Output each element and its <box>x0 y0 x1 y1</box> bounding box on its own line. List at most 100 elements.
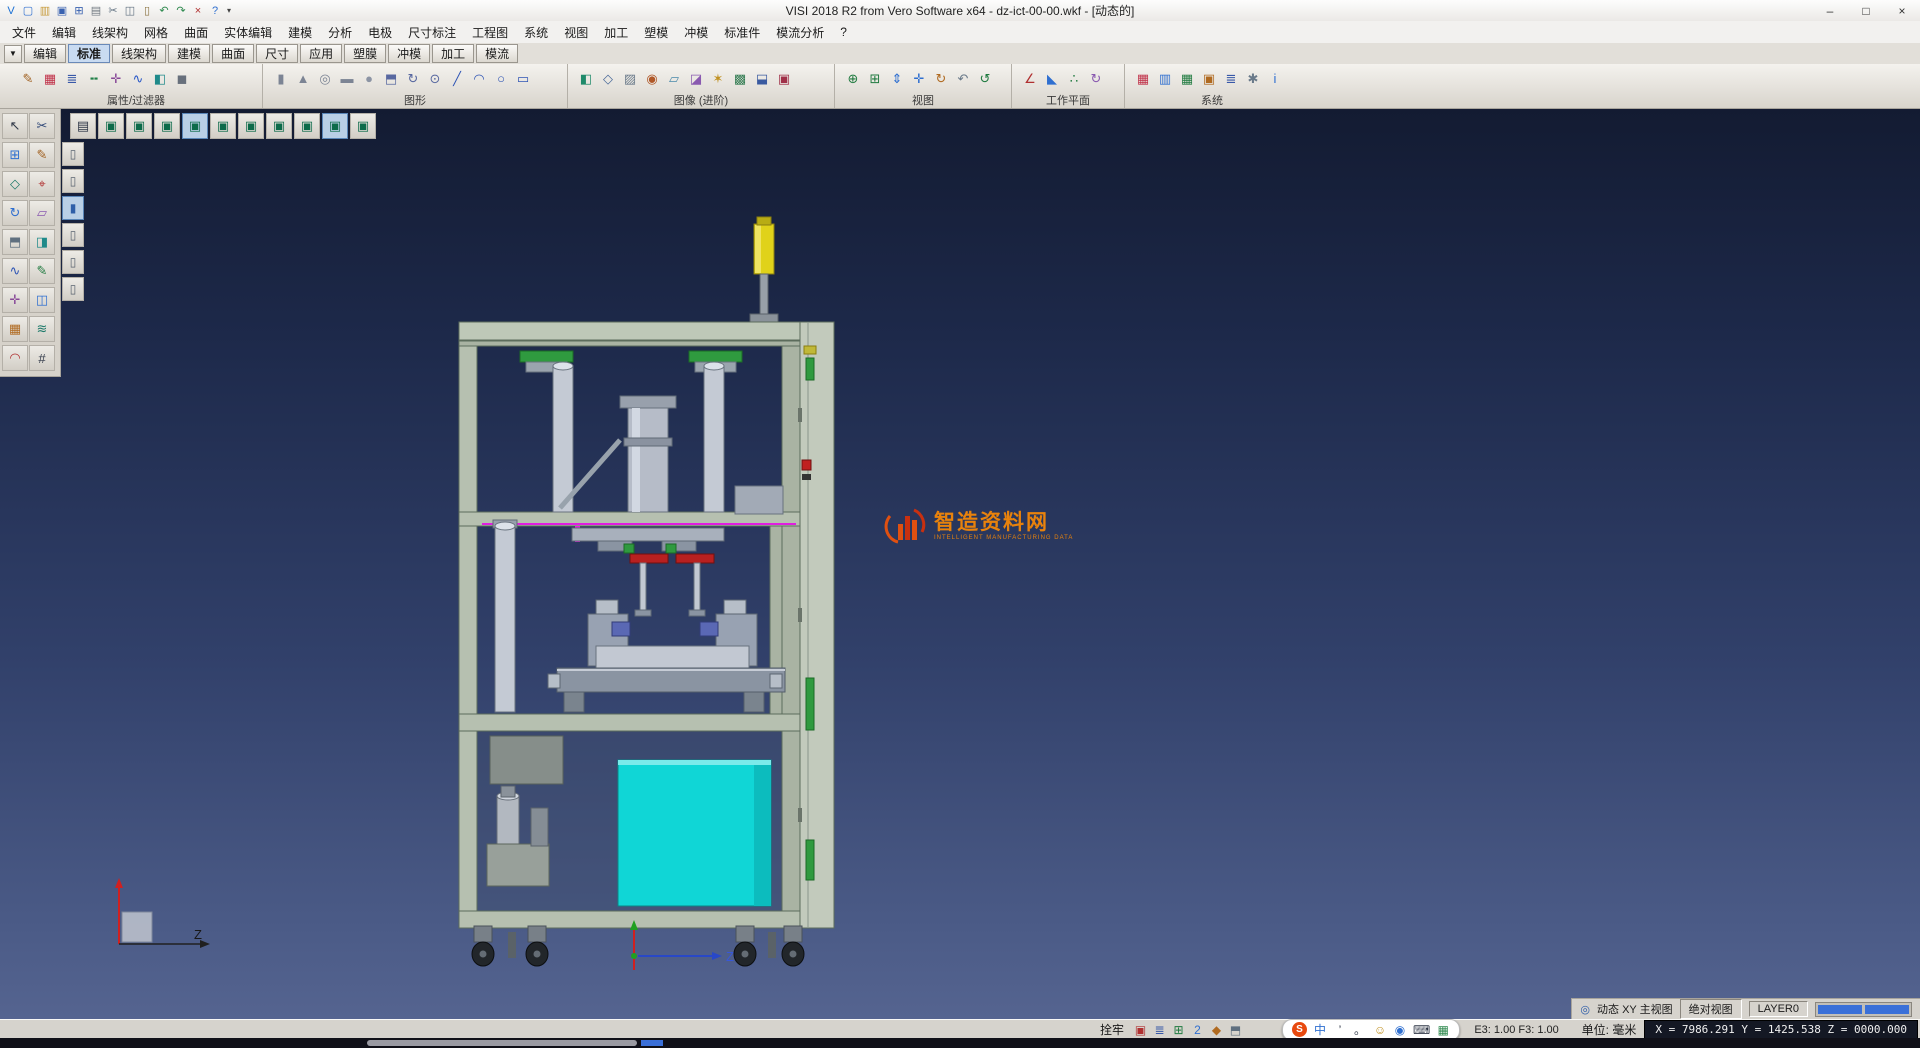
dimension-icon[interactable]: ⌖ <box>29 171 55 197</box>
transparency-icon[interactable]: ▱ <box>664 69 684 89</box>
curve-filter-icon[interactable]: ∿ <box>128 69 148 89</box>
linetype-attribute-icon[interactable]: ╍ <box>84 69 104 89</box>
redo-icon[interactable]: ↷ <box>173 3 189 19</box>
menu-edit[interactable]: 编辑 <box>44 22 84 43</box>
graphics-cylinder-icon[interactable]: ▮ <box>271 69 291 89</box>
view-back-icon[interactable]: ▣ <box>238 113 264 139</box>
zoom-in-out-icon[interactable]: ⇕ <box>887 69 907 89</box>
status-layers-icon[interactable]: ≣ <box>1151 1021 1168 1038</box>
point-filter-icon[interactable]: ✛ <box>106 69 126 89</box>
status-help-icon[interactable]: 2 <box>1189 1021 1206 1038</box>
ime-toolbox-icon[interactable]: ▦ <box>1436 1022 1450 1038</box>
menu-dimension[interactable]: 尺寸标注 <box>400 22 464 43</box>
view-right-icon[interactable]: ▣ <box>182 113 208 139</box>
graphics-circle-icon[interactable]: ○ <box>491 69 511 89</box>
help-icon[interactable]: ? <box>207 3 223 19</box>
view-front-icon[interactable]: ▣ <box>154 113 180 139</box>
previous-view-icon[interactable]: ↶ <box>953 69 973 89</box>
graphics-tube-icon[interactable]: ◎ <box>315 69 335 89</box>
view-iso-icon[interactable]: ▣ <box>98 113 124 139</box>
taskbar[interactable] <box>0 1038 1920 1048</box>
trim-icon[interactable]: ✂ <box>29 113 55 139</box>
print-icon[interactable]: ▤ <box>88 3 104 19</box>
minimize-button[interactable]: – <box>1812 0 1848 21</box>
tab-die[interactable]: 冲模 <box>388 44 430 63</box>
graphics-arc-icon[interactable]: ◠ <box>469 69 489 89</box>
open-document-icon[interactable]: ▥ <box>37 3 53 19</box>
layer-color-bar[interactable] <box>1865 1005 1909 1014</box>
capture-icon[interactable]: ▣ <box>774 69 794 89</box>
graphics-cone-icon[interactable]: ▲ <box>293 69 313 89</box>
system-display-icon[interactable]: ▥ <box>1155 69 1175 89</box>
copy-icon[interactable]: ◫ <box>122 3 138 19</box>
pan-view-icon[interactable]: ✛ <box>909 69 929 89</box>
surfaces-icon[interactable]: ◨ <box>29 229 55 255</box>
shaded-mode-icon[interactable]: ◧ <box>576 69 596 89</box>
ime-period-icon[interactable]: 。 <box>1353 1022 1367 1038</box>
menu-die[interactable]: 冲模 <box>676 22 716 43</box>
layer-attribute-icon[interactable]: ≣ <box>62 69 82 89</box>
modify-icon[interactable]: ◇ <box>2 171 28 197</box>
tab-application[interactable]: 应用 <box>300 44 342 63</box>
lighting-icon[interactable]: ✶ <box>708 69 728 89</box>
menu-help[interactable]: ? <box>832 23 855 41</box>
render-mode-icon[interactable]: ◉ <box>642 69 662 89</box>
menu-system[interactable]: 系统 <box>516 22 556 43</box>
refresh-view-icon[interactable]: ↺ <box>975 69 995 89</box>
layer-color-bar[interactable] <box>1818 1005 1862 1014</box>
status-selection-icon[interactable]: ▣ <box>1132 1021 1149 1038</box>
system-colors-icon[interactable]: ▦ <box>1133 69 1153 89</box>
panel-toggle-icon[interactable]: ▮ <box>62 196 84 220</box>
paste-icon[interactable]: ▯ <box>139 3 155 19</box>
ime-emoji-icon[interactable]: ☺ <box>1373 1022 1387 1038</box>
annotate-icon[interactable]: ✎ <box>29 258 55 284</box>
tab-machining[interactable]: 加工 <box>432 44 474 63</box>
sogou-logo-icon[interactable]: S <box>1292 1022 1307 1037</box>
ime-keyboard-icon[interactable]: ⌨ <box>1413 1022 1430 1038</box>
taskbar-item[interactable] <box>641 1040 663 1046</box>
menu-machining[interactable]: 加工 <box>596 22 636 43</box>
undo-icon[interactable]: ↶ <box>156 3 172 19</box>
view-iso-nw-icon[interactable]: ▣ <box>322 113 348 139</box>
fillet-icon[interactable]: ◠ <box>2 345 28 371</box>
lock-toggle[interactable]: 拴牢 <box>1100 1021 1124 1038</box>
view-iso-ne-icon[interactable]: ▣ <box>294 113 320 139</box>
view-bottom-icon[interactable]: ▣ <box>266 113 292 139</box>
menu-view[interactable]: 视图 <box>556 22 596 43</box>
maximize-button[interactable]: □ <box>1848 0 1884 21</box>
zoom-fit-icon[interactable]: ⊕ <box>843 69 863 89</box>
layer-selector[interactable]: LAYER0 <box>1749 1001 1808 1017</box>
viewport-canvas[interactable]: Z Z 智造资料网 INTELLIGENT MANUFACTURING DATA… <box>0 108 1920 1019</box>
new-document-icon[interactable]: ▢ <box>20 3 36 19</box>
panel-toggle-icon[interactable]: ▯ <box>62 169 84 193</box>
mirror-icon[interactable]: ◫ <box>29 287 55 313</box>
qat-more-icon[interactable]: ▾ <box>223 6 235 15</box>
snap-grid-icon[interactable]: ⊞ <box>2 142 28 168</box>
status-snap-icon[interactable]: ◆ <box>1208 1021 1225 1038</box>
absolute-view-selector[interactable]: 绝对视图 <box>1680 999 1742 1019</box>
status-grid-icon[interactable]: ⊞ <box>1170 1021 1187 1038</box>
curves-icon[interactable]: ∿ <box>2 258 28 284</box>
panel-toggle-icon[interactable]: ▯ <box>62 250 84 274</box>
panel-toggle-icon[interactable]: ▯ <box>62 142 84 166</box>
viewport-layout-icon[interactable]: ▤ <box>70 113 96 139</box>
save-icon[interactable]: ▣ <box>54 3 70 19</box>
graphics-revolve-icon[interactable]: ↻ <box>403 69 423 89</box>
view-left-icon[interactable]: ▣ <box>210 113 236 139</box>
menu-file[interactable]: 文件 <box>4 22 44 43</box>
delete-icon[interactable]: × <box>190 3 206 19</box>
workplane-rotate-icon[interactable]: ↻ <box>1086 69 1106 89</box>
panel-toggle-icon[interactable]: ▯ <box>62 223 84 247</box>
save-all-icon[interactable]: ⊞ <box>71 3 87 19</box>
workplane-standard-icon[interactable]: ∠ <box>1020 69 1040 89</box>
info-point-icon[interactable]: ✛ <box>2 287 28 313</box>
layer-color-bars[interactable] <box>1815 1002 1912 1017</box>
system-grid-icon[interactable]: ▦ <box>1177 69 1197 89</box>
tab-flow[interactable]: 模流 <box>476 44 518 63</box>
graphics-extrude-icon[interactable]: ⬒ <box>381 69 401 89</box>
dynamic-rotate-icon[interactable]: ↻ <box>2 200 28 226</box>
array-icon[interactable]: ▦ <box>2 316 28 342</box>
menu-modeling[interactable]: 建模 <box>280 22 320 43</box>
view-top-icon[interactable]: ▣ <box>126 113 152 139</box>
rotate-view-icon[interactable]: ↻ <box>931 69 951 89</box>
